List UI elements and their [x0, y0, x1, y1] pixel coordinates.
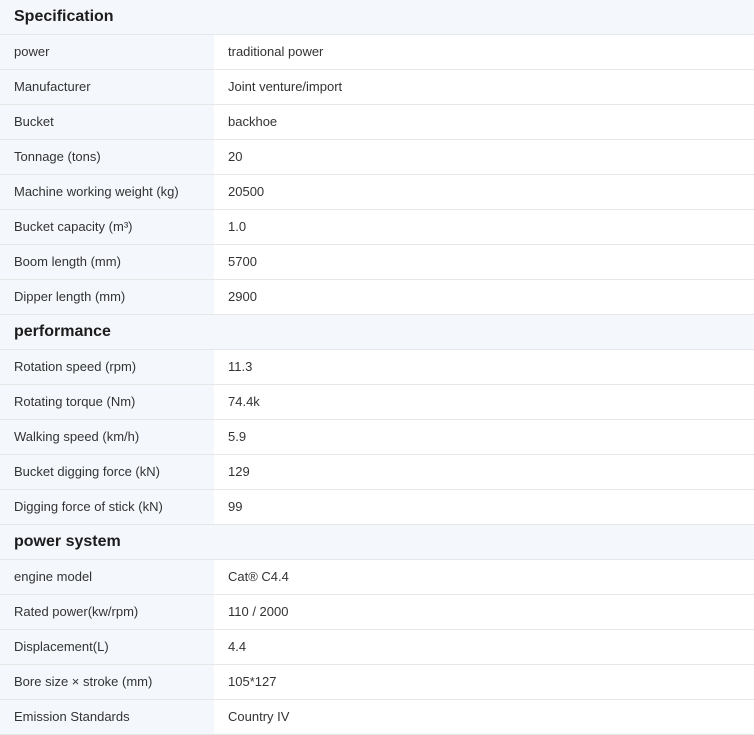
row-label: Emission Standards [0, 700, 214, 734]
table-row: Emission Standards Country IV [0, 700, 754, 735]
row-value: Country IV [214, 700, 754, 734]
row-label: Digging force of stick (kN) [0, 490, 214, 524]
table-row: engine model Cat® C4.4 [0, 560, 754, 595]
table-row: Machine working weight (kg) 20500 [0, 175, 754, 210]
row-value: 99 [214, 490, 754, 524]
table-row: Rotation speed (rpm) 11.3 [0, 350, 754, 385]
table-row: Manufacturer Joint venture/import [0, 70, 754, 105]
row-label: Bucket capacity (m³) [0, 210, 214, 244]
row-value: 74.4k [214, 385, 754, 419]
table-row: power traditional power [0, 35, 754, 70]
spec-section: Specification power traditional power Manuf… [0, 0, 754, 315]
row-value: backhoe [214, 105, 754, 139]
row-value: 105*127 [214, 665, 754, 699]
row-value: 4.4 [214, 630, 754, 664]
row-value: Cat® C4.4 [214, 560, 754, 594]
row-value: 1.0 [214, 210, 754, 244]
row-label: Bucket digging force (kN) [0, 455, 214, 489]
row-label: Rotation speed (rpm) [0, 350, 214, 384]
row-label: Bucket [0, 105, 214, 139]
spec-table: Specification power traditional power Manuf… [0, 0, 754, 735]
spec-section: power system engine model Cat® C4.4 Rated p… [0, 525, 754, 735]
row-label: Bore size × stroke (mm) [0, 665, 214, 699]
table-row: Dipper length (mm) 2900 [0, 280, 754, 315]
row-value: Joint venture/import [214, 70, 754, 104]
row-label: Machine working weight (kg) [0, 175, 214, 209]
row-value: 2900 [214, 280, 754, 314]
row-label: Tonnage (tons) [0, 140, 214, 174]
row-value: 110 / 2000 [214, 595, 754, 629]
row-label: Walking speed (km/h) [0, 420, 214, 454]
table-row: Digging force of stick (kN) 99 [0, 490, 754, 525]
table-row: Bore size × stroke (mm) 105*127 [0, 665, 754, 700]
row-label: engine model [0, 560, 214, 594]
section-header: power system [0, 525, 754, 560]
row-label: Boom length (mm) [0, 245, 214, 279]
row-value: 11.3 [214, 350, 754, 384]
spec-section: performance Rotation speed (rpm) 11.3 Rotat… [0, 315, 754, 525]
row-label: Displacement(L) [0, 630, 214, 664]
row-label: Dipper length (mm) [0, 280, 214, 314]
table-row: Displacement(L) 4.4 [0, 630, 754, 665]
row-label: Rotating torque (Nm) [0, 385, 214, 419]
table-row: Boom length (mm) 5700 [0, 245, 754, 280]
row-value: 20500 [214, 175, 754, 209]
section-header: Specification [0, 0, 754, 35]
row-label: power [0, 35, 214, 69]
row-label: Rated power(kw/rpm) [0, 595, 214, 629]
row-value: traditional power [214, 35, 754, 69]
table-row: Walking speed (km/h) 5.9 [0, 420, 754, 455]
table-row: Rated power(kw/rpm) 110 / 2000 [0, 595, 754, 630]
row-value: 5700 [214, 245, 754, 279]
table-row: Tonnage (tons) 20 [0, 140, 754, 175]
row-value: 20 [214, 140, 754, 174]
table-row: Bucket capacity (m³) 1.0 [0, 210, 754, 245]
table-row: Bucket digging force (kN) 129 [0, 455, 754, 490]
row-value: 129 [214, 455, 754, 489]
section-header: performance [0, 315, 754, 350]
row-value: 5.9 [214, 420, 754, 454]
table-row: Rotating torque (Nm) 74.4k [0, 385, 754, 420]
table-row: Bucket backhoe [0, 105, 754, 140]
row-label: Manufacturer [0, 70, 214, 104]
